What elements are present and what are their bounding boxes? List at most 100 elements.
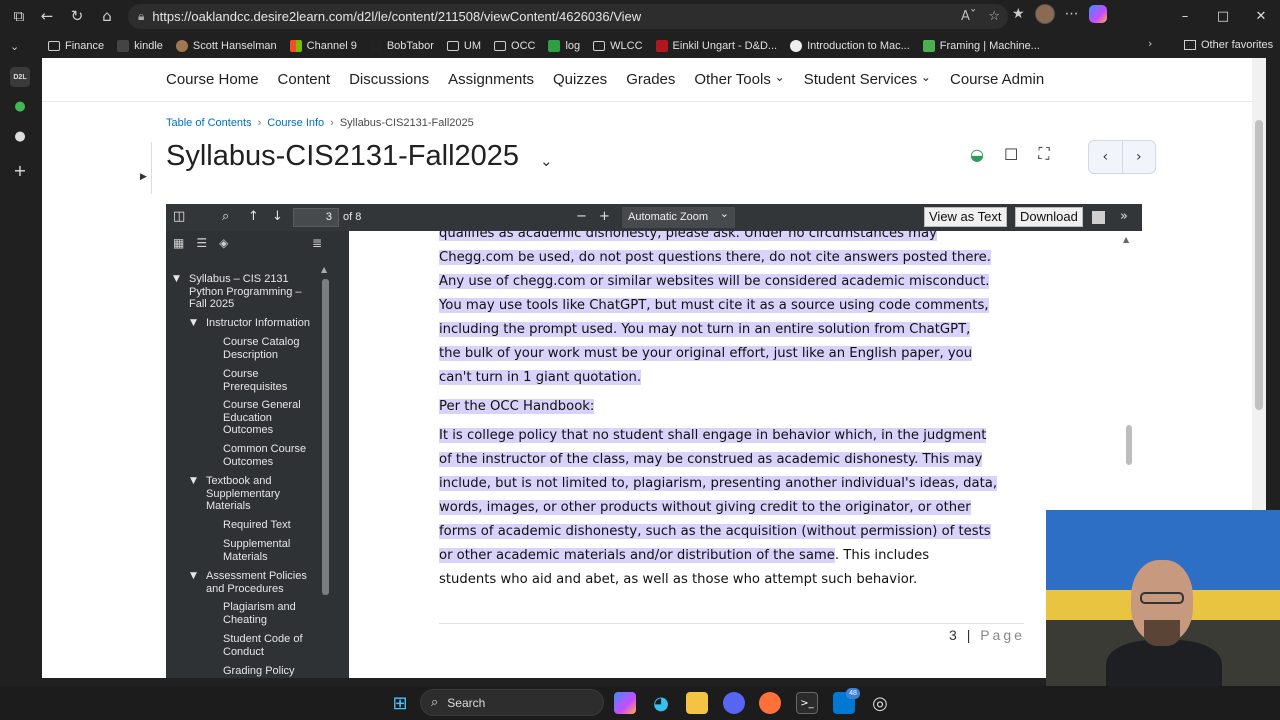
- scrollbar-thumb[interactable]: [322, 279, 329, 595]
- outline-item[interactable]: Course General Education Outcomes: [223, 399, 307, 437]
- favorite-finance[interactable]: Finance: [48, 40, 104, 52]
- previous-page-icon[interactable]: ↑: [248, 209, 259, 224]
- obs-icon[interactable]: ◎: [869, 692, 891, 714]
- home-icon[interactable]: ⌂: [92, 1, 122, 31]
- taskbar-search[interactable]: ⌕ Search: [420, 689, 604, 716]
- attachments-icon[interactable]: ◈: [219, 236, 228, 250]
- nav-grades[interactable]: Grades: [626, 71, 675, 88]
- nav-content[interactable]: Content: [278, 71, 331, 88]
- scrollbar-thumb[interactable]: [1126, 425, 1132, 465]
- toc-toggle[interactable]: ▶: [140, 142, 152, 194]
- outline-item[interactable]: ▼ Assessment Policies and Procedures: [190, 570, 316, 595]
- page-number-input[interactable]: 3: [293, 208, 339, 227]
- favorite-dnd[interactable]: Einkil Ungart - D&D...: [655, 39, 777, 52]
- github-green-icon[interactable]: ●: [10, 96, 30, 116]
- outline-item[interactable]: Supplemental Materials: [223, 538, 307, 563]
- outline-item[interactable]: Student Code of Conduct: [223, 633, 307, 658]
- add-icon[interactable]: +: [10, 160, 30, 180]
- outline-icon[interactable]: ☰: [196, 236, 207, 250]
- favorite-log[interactable]: log: [548, 39, 580, 52]
- sidebar-toggle-icon[interactable]: ◫: [173, 209, 185, 224]
- print-icon[interactable]: [1092, 211, 1105, 224]
- breadcrumb-course-info[interactable]: Course Info: [267, 117, 324, 129]
- favorite-framing[interactable]: Framing | Machine...: [922, 39, 1040, 52]
- file-explorer-icon[interactable]: [686, 692, 708, 714]
- chevron-down-icon[interactable]: ⌄: [10, 40, 19, 53]
- zoom-out-icon[interactable]: −: [576, 209, 587, 224]
- view-as-text-button[interactable]: View as Text: [924, 207, 1007, 227]
- maximize-icon[interactable]: □: [1204, 0, 1242, 33]
- webcam-overlay: [1046, 510, 1280, 686]
- download-button[interactable]: Download: [1015, 207, 1083, 227]
- discord-icon[interactable]: [723, 692, 745, 714]
- scroll-up-icon[interactable]: ▲: [321, 265, 327, 274]
- tools-expand-icon[interactable]: »: [1120, 209, 1128, 224]
- terminal-icon[interactable]: >_: [796, 692, 818, 714]
- next-topic-button[interactable]: ›: [1123, 141, 1156, 173]
- outline-item[interactable]: Course Catalog Description: [223, 336, 307, 361]
- favorite-kindle[interactable]: kindle: [117, 39, 163, 52]
- favorite-intro-mac[interactable]: Introduction to Mac...: [790, 39, 910, 52]
- caret-down-icon: ▼: [190, 318, 197, 328]
- completion-gauge-icon[interactable]: ◒: [970, 145, 984, 164]
- scroll-up-icon[interactable]: ▲: [1123, 235, 1129, 244]
- more-options-icon[interactable]: ⋯: [1065, 6, 1079, 22]
- github-icon[interactable]: ●: [10, 126, 30, 146]
- chevron-down-icon[interactable]: ⌄: [540, 152, 553, 170]
- scrollbar-thumb[interactable]: [1255, 120, 1263, 410]
- breadcrumb-table-of-contents[interactable]: Table of Contents: [166, 117, 252, 129]
- zoom-in-icon[interactable]: +: [599, 209, 610, 224]
- favorite-occ[interactable]: OCC: [494, 40, 535, 52]
- pdf-viewer: ◫ ⌕ ↑ ↓ 3 of 8 − + Automatic Zoom View a…: [166, 204, 1142, 678]
- fullscreen-icon[interactable]: ⛶: [1038, 144, 1049, 164]
- nav-discussions[interactable]: Discussions: [349, 71, 429, 88]
- edge-icon[interactable]: ◕: [650, 692, 672, 714]
- bookmark-icon[interactable]: ☐: [1004, 145, 1018, 164]
- refresh-icon[interactable]: ↻: [62, 1, 92, 31]
- favorite-scott-hanselman[interactable]: Scott Hanselman: [175, 39, 277, 52]
- outline-item[interactable]: Common Course Outcomes: [223, 443, 313, 468]
- nav-assignments[interactable]: Assignments: [448, 71, 534, 88]
- nav-student-services[interactable]: Student Services: [804, 71, 931, 88]
- nav-quizzes[interactable]: Quizzes: [553, 71, 607, 88]
- back-icon[interactable]: ←: [32, 1, 62, 31]
- favorite-wlcc[interactable]: WLCC: [593, 40, 643, 52]
- start-icon[interactable]: ⊞: [389, 692, 411, 714]
- thumbnails-icon[interactable]: ▦: [173, 236, 184, 250]
- favorite-um[interactable]: UM: [446, 40, 481, 52]
- outline-item[interactable]: ▼ Textbook and Supplementary Materials: [190, 475, 296, 513]
- zoom-select[interactable]: Automatic Zoom: [622, 207, 735, 228]
- close-icon[interactable]: ✕: [1242, 0, 1280, 33]
- previous-topic-button[interactable]: ‹: [1089, 141, 1123, 173]
- profile-avatar[interactable]: [1034, 4, 1055, 24]
- nav-course-admin[interactable]: Course Admin: [950, 71, 1044, 88]
- outline-item[interactable]: Course Prerequisites: [223, 368, 307, 393]
- outline-item[interactable]: Plagiarism and Cheating: [223, 601, 307, 626]
- other-favorites[interactable]: Other favorites: [1184, 39, 1273, 51]
- nav-course-home[interactable]: Course Home: [166, 71, 259, 88]
- outline-item[interactable]: ▼ Syllabus – CIS 2131 Python Programming …: [173, 273, 304, 311]
- chevron-right-icon[interactable]: ›: [1148, 37, 1152, 50]
- copilot-icon[interactable]: [1088, 5, 1107, 23]
- notification-badge: 48: [846, 688, 860, 699]
- favorite-star-icon[interactable]: ☆: [988, 9, 1000, 24]
- d2l-icon[interactable]: D2L: [10, 67, 30, 87]
- favorite-channel-9[interactable]: Channel 9: [289, 39, 357, 52]
- firefox-icon[interactable]: [759, 692, 781, 714]
- nav-other-tools[interactable]: Other Tools: [694, 71, 784, 88]
- favorites-icon[interactable]: ★: [1012, 6, 1025, 22]
- copilot-icon[interactable]: [614, 692, 636, 714]
- outline-item[interactable]: Required Text: [223, 519, 313, 532]
- minimize-icon[interactable]: –: [1166, 0, 1204, 33]
- outline-item[interactable]: Grading Policy: [223, 665, 313, 678]
- address-bar[interactable]: 🔒︎ https://oaklandcc.desire2learn.com/d2…: [128, 4, 1008, 29]
- tab-actions-icon[interactable]: ⧉: [4, 1, 34, 31]
- outline-item[interactable]: ▼ Instructor Information: [190, 317, 326, 330]
- search-icon[interactable]: ⌕: [222, 209, 229, 224]
- text-line: including the prompt used. You may not t…: [439, 322, 971, 337]
- current-outline-icon[interactable]: ≣: [312, 236, 322, 250]
- read-aloud-icon[interactable]: Aˇ: [961, 9, 976, 24]
- favorite-bobtabor[interactable]: BobTabor: [369, 39, 434, 52]
- outline-scrollbar[interactable]: ▲: [321, 265, 329, 665]
- next-page-icon[interactable]: ↓: [272, 209, 283, 224]
